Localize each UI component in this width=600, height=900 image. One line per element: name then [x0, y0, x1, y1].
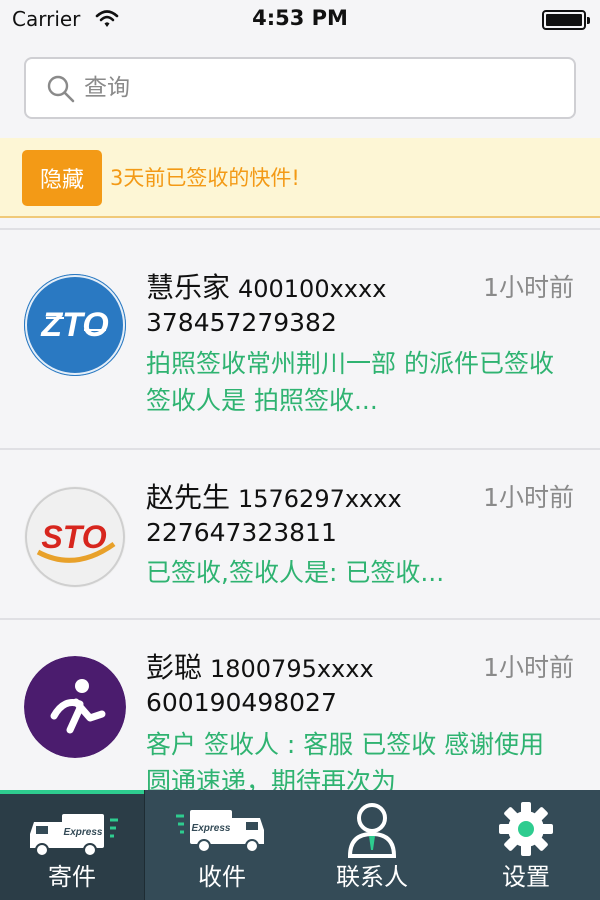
yto-logo-icon — [24, 656, 126, 758]
tab-label: 收件 — [198, 863, 246, 891]
svg-text:Express: Express — [192, 823, 231, 834]
tab-contacts[interactable]: 联系人 — [300, 790, 444, 900]
tab-divider — [144, 790, 145, 900]
recipient-line: 彭聪 1800795xxxx — [146, 646, 374, 686]
time-ago: 1小时前 — [483, 653, 574, 682]
gear-icon — [454, 800, 598, 858]
delivery-status: 客户 签收人 : 客服 已签收 感谢使用圆通速递，期待再次为 — [146, 730, 545, 790]
tab-send[interactable]: Express 寄件 — [0, 790, 144, 900]
tracking-number: 600190498027 — [146, 688, 337, 717]
sto-logo-icon: STO — [24, 486, 126, 588]
list-item[interactable]: ZTO 慧乐家 400100xxxx 1小时前 378457279382 拍照签… — [0, 228, 600, 450]
package-list: ZTO 慧乐家 400100xxxx 1小时前 378457279382 拍照签… — [0, 220, 600, 790]
list-item[interactable]: STO 赵先生 1576297xxxx 1小时前 227647323811 已签… — [0, 448, 600, 620]
send-truck-icon: Express — [0, 804, 144, 862]
recipient-phone: 1576297xxxx — [237, 485, 402, 513]
logo-text: ZTO — [40, 306, 108, 344]
time-ago: 1小时前 — [483, 273, 574, 302]
recipient-line: 赵先生 1576297xxxx — [146, 476, 402, 516]
tab-settings[interactable]: 设置 — [454, 790, 598, 900]
signed-notice-bar: 隐藏 3天前已签收的快件! — [0, 138, 600, 218]
tab-bar: Express 寄件 Express 收件 联系人 设置 — [0, 790, 600, 900]
search-box[interactable] — [24, 57, 576, 119]
status-bar: Carrier 4:53 PM — [0, 0, 600, 40]
search-input[interactable] — [84, 59, 554, 117]
receive-truck-icon: Express — [150, 800, 294, 858]
search-icon — [46, 74, 76, 108]
hide-button[interactable]: 隐藏 — [22, 150, 102, 206]
logo-text: STO — [41, 519, 106, 555]
recipient-name: 慧乐家 — [146, 271, 231, 304]
tab-label: 寄件 — [48, 863, 96, 891]
notice-text: 3天前已签收的快件! — [110, 166, 300, 190]
delivery-status: 已签收,签收人是: 已签收... — [146, 558, 445, 587]
tab-label: 设置 — [502, 863, 550, 891]
search-section — [0, 40, 600, 138]
tab-label: 联系人 — [336, 863, 408, 891]
list-item[interactable]: 彭聪 1800795xxxx 1小时前 600190498027 客户 签收人 … — [0, 618, 600, 790]
svg-text:Express: Express — [64, 827, 103, 838]
recipient-phone: 1800795xxxx — [209, 655, 374, 683]
recipient-name: 赵先生 — [146, 481, 231, 514]
recipient-name: 彭聪 — [146, 651, 203, 684]
tracking-number: 378457279382 — [146, 308, 337, 337]
tracking-number: 227647323811 — [146, 518, 337, 547]
battery-icon — [542, 10, 590, 30]
time-ago: 1小时前 — [483, 483, 574, 512]
tab-receive[interactable]: Express 收件 — [150, 790, 294, 900]
contact-person-icon — [300, 800, 444, 858]
status-time: 4:53 PM — [252, 6, 348, 30]
recipient-line: 慧乐家 400100xxxx — [146, 266, 386, 306]
recipient-phone: 400100xxxx — [237, 275, 387, 303]
zto-logo-icon: ZTO — [24, 274, 126, 376]
delivery-status: 拍照签收常州荆川一部 的派件已签收 签收人是 拍照签收... — [146, 349, 554, 415]
